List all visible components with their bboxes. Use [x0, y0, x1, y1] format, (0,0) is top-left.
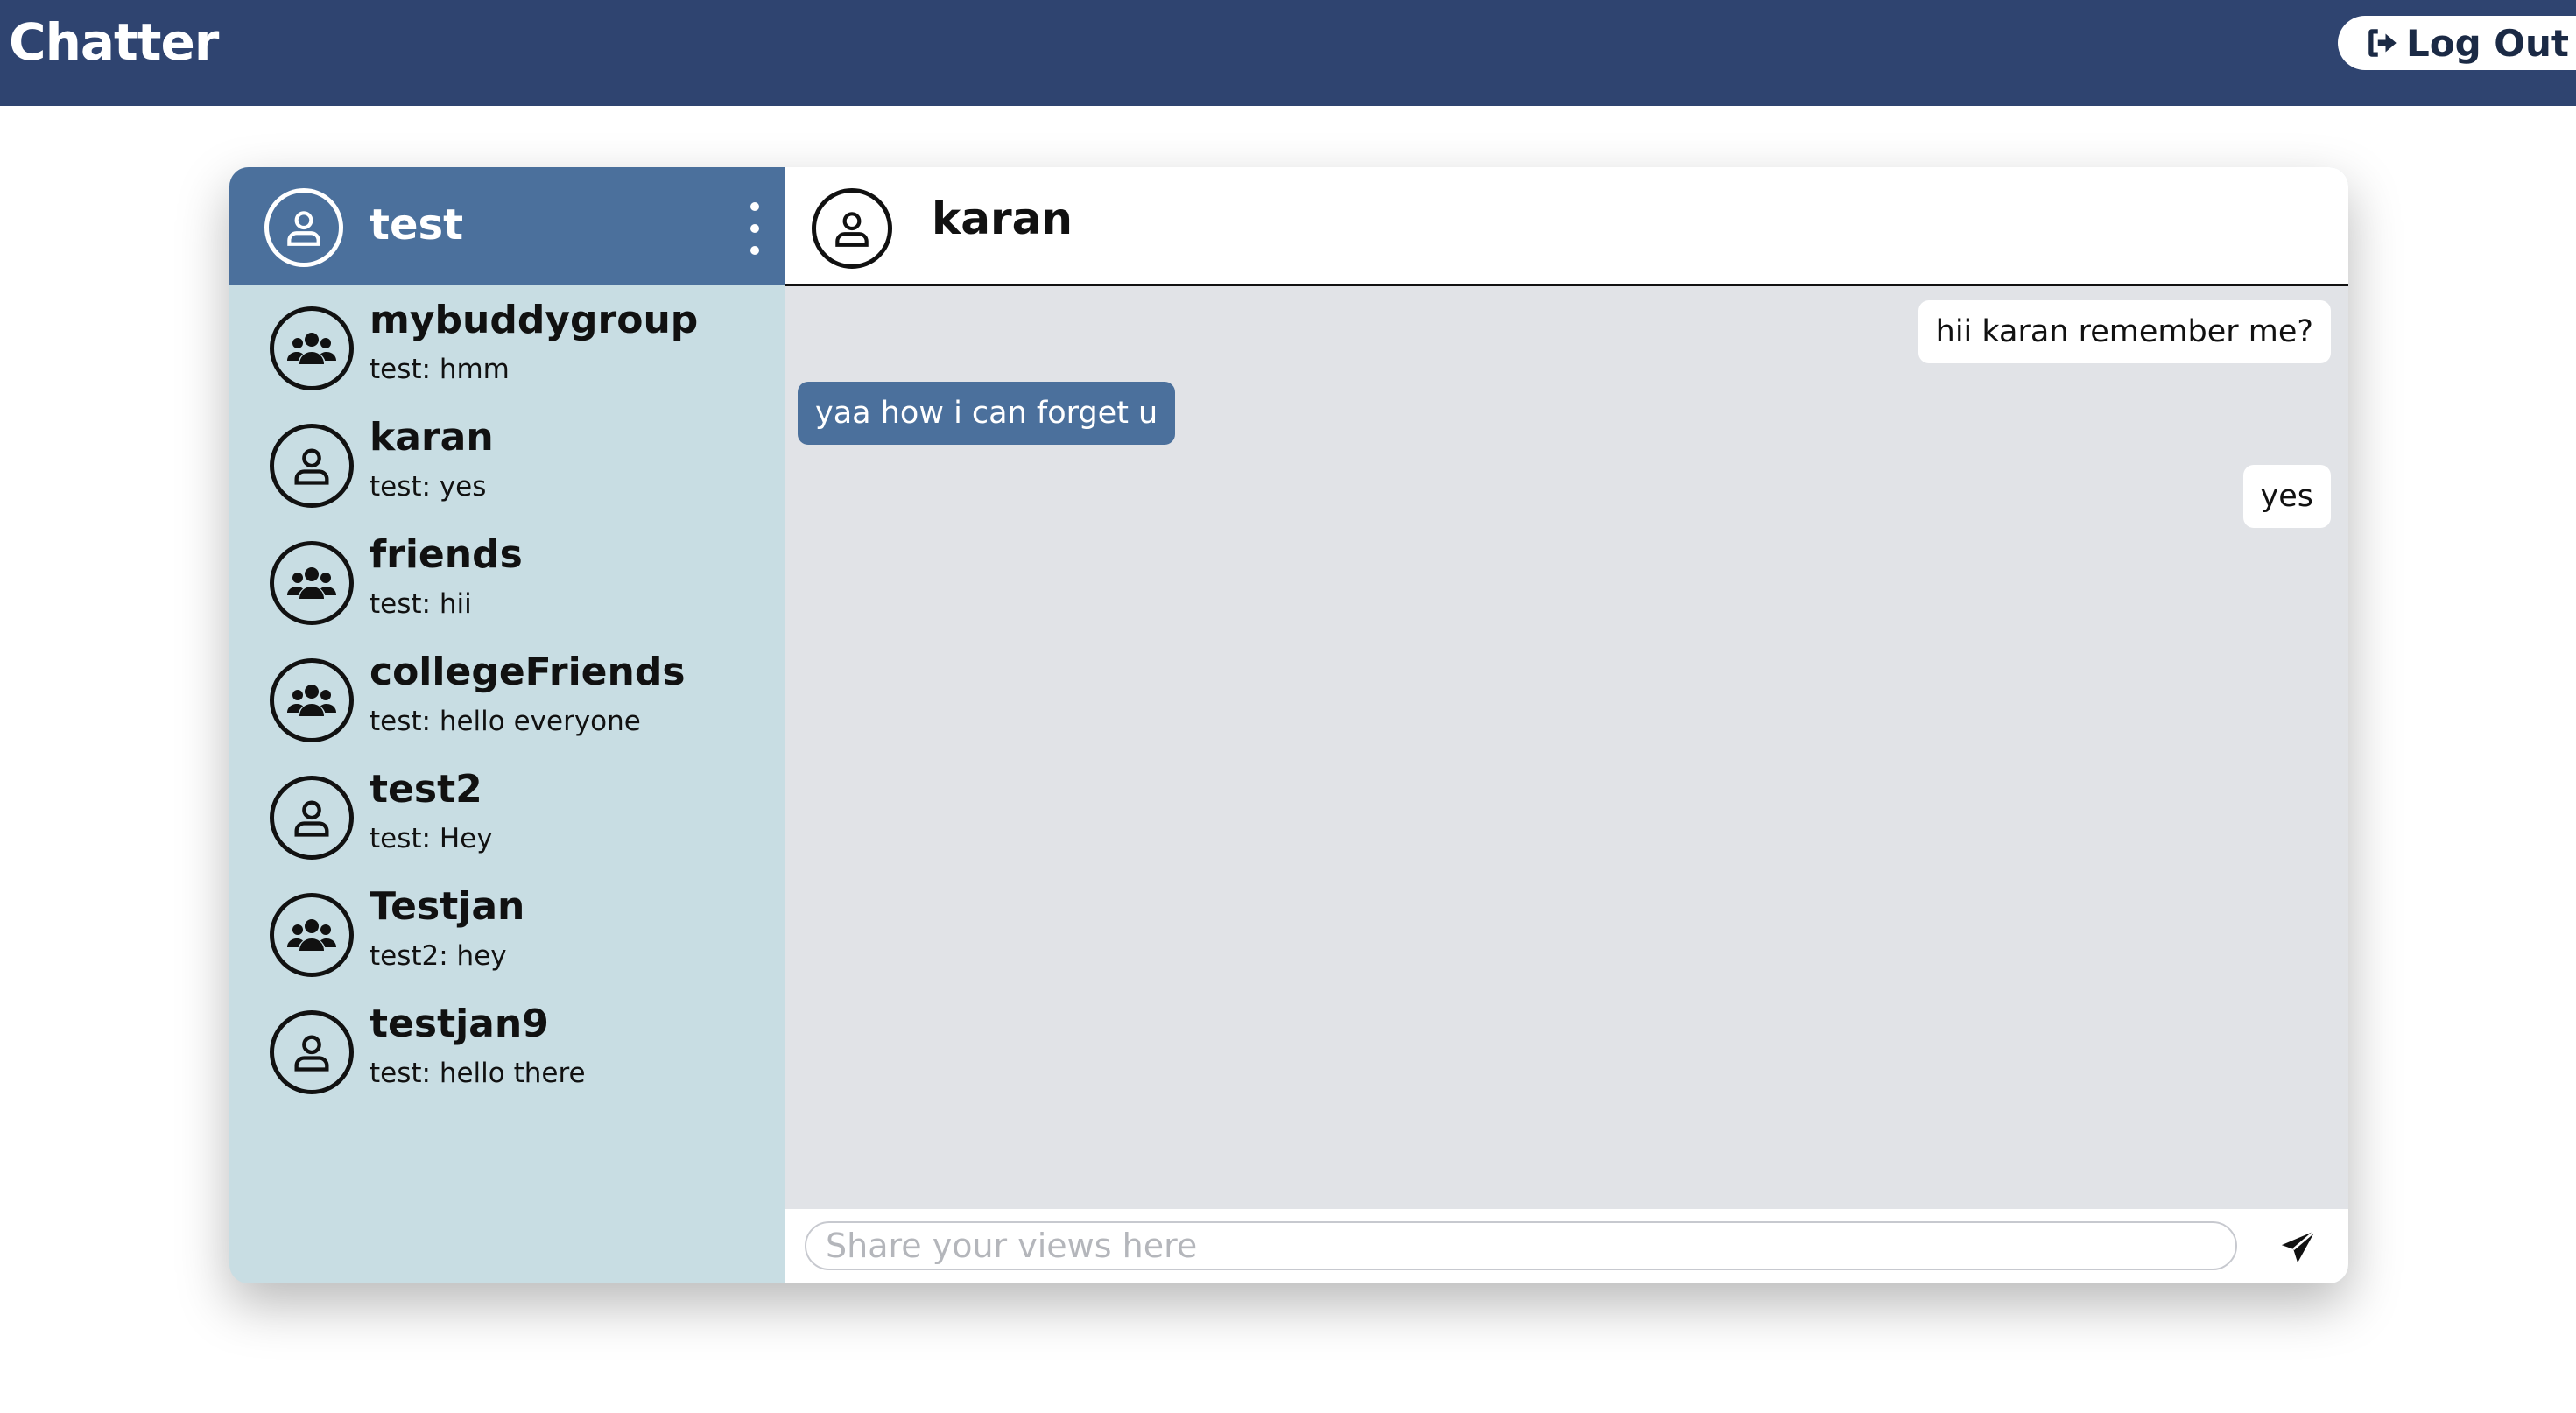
chat-item-testjan9[interactable]: testjan9 test: hello there: [229, 989, 785, 1107]
chat-item-testjan[interactable]: Testjan test2: hey: [229, 872, 785, 989]
chat-preview: test: hii: [370, 588, 472, 620]
chat-item-karan[interactable]: karan test: yes: [229, 403, 785, 520]
message-input[interactable]: [805, 1221, 2237, 1270]
message-bubble-incoming: yaa how i can forget u: [798, 382, 1176, 445]
user-icon: [287, 211, 320, 246]
app-logo-text: Chatter: [9, 12, 219, 72]
sidebar-header: test: [229, 167, 785, 285]
chat-name: testjan9: [370, 1002, 549, 1046]
chat-item-mybuddygroup[interactable]: mybuddygroup test: hmm: [229, 285, 785, 403]
user-avatar: [270, 1010, 354, 1094]
chat-preview: test: Hey: [370, 823, 493, 854]
chat-preview: test: hmm: [370, 354, 510, 385]
sidebar: test mybuddygroup test: hmm karan test: …: [229, 167, 785, 1283]
chat-item-test2[interactable]: test2 test: Hey: [229, 755, 785, 872]
chat-preview: test: hello there: [370, 1058, 586, 1089]
conversation-header: karan: [785, 167, 2348, 286]
chat-name: mybuddygroup: [370, 298, 699, 342]
chat-name: collegeFriends: [370, 650, 686, 694]
chat-name: karan: [370, 415, 494, 460]
user-icon: [835, 212, 869, 247]
chat-item-collegefriends[interactable]: collegeFriends test: hello everyone: [229, 637, 785, 755]
message-composer: [785, 1209, 2348, 1283]
current-user-avatar[interactable]: [264, 188, 343, 267]
user-avatar: [270, 776, 354, 860]
chat-preview: test: yes: [370, 471, 487, 503]
contact-name: karan: [932, 193, 1073, 244]
chat-list: mybuddygroup test: hmm karan test: yes f…: [229, 285, 785, 1107]
logout-button[interactable]: Log Out: [2338, 16, 2576, 70]
group-avatar: [270, 306, 354, 390]
group-avatar: [270, 893, 354, 977]
chat-name: Testjan: [370, 884, 525, 929]
chat-name: friends: [370, 532, 523, 577]
message-bubble-outgoing: hii karan remember me?: [1918, 300, 2331, 363]
group-icon: [287, 333, 336, 364]
more-options-icon[interactable]: [746, 202, 764, 255]
sign-out-icon: [2368, 29, 2397, 57]
user-icon: [294, 1035, 329, 1072]
conversation-pane: karan hii karan remember me? yaa how i c…: [785, 167, 2348, 1283]
group-avatar: [270, 658, 354, 742]
user-avatar: [270, 424, 354, 508]
chat-preview: test2: hey: [370, 940, 507, 972]
user-icon: [294, 800, 329, 837]
top-navbar: Chatter Log Out: [0, 0, 2576, 106]
send-icon: [2281, 1229, 2317, 1263]
chat-item-friends[interactable]: friends test: hii: [229, 520, 785, 637]
current-user-name: test: [370, 200, 464, 250]
chat-preview: test: hello everyone: [370, 706, 641, 737]
group-icon: [287, 919, 336, 951]
message-bubble-outgoing: yes: [2242, 465, 2331, 528]
group-icon: [287, 567, 336, 599]
group-icon: [287, 685, 336, 716]
send-button[interactable]: [2274, 1223, 2323, 1272]
contact-avatar[interactable]: [812, 188, 892, 269]
group-avatar: [270, 541, 354, 625]
user-icon: [294, 448, 329, 485]
logout-label: Log Out: [2406, 21, 2569, 65]
chat-name: test2: [370, 767, 482, 812]
chat-panel: test mybuddygroup test: hmm karan test: …: [229, 167, 2348, 1283]
